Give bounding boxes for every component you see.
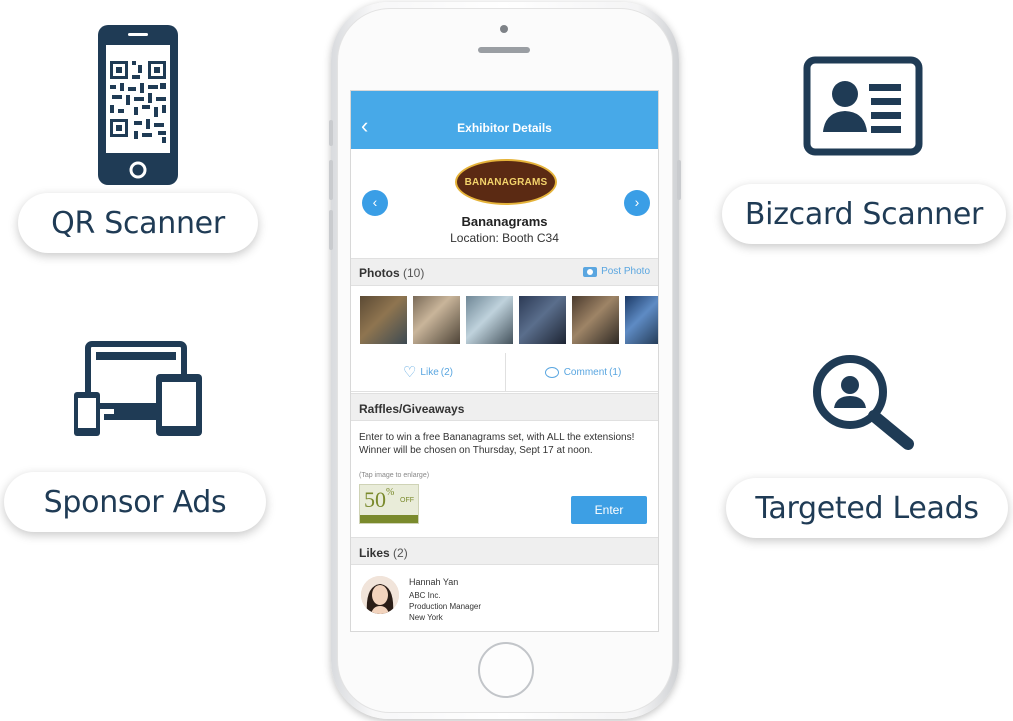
- comment-count: (1): [609, 366, 622, 378]
- devices-icon: [74, 340, 204, 440]
- like-count: (2): [440, 366, 454, 378]
- photo-thumbnail[interactable]: [360, 296, 407, 344]
- raffle-description: Enter to win a free Bananagrams set, wit…: [359, 432, 635, 456]
- photo-thumbnail[interactable]: [625, 296, 658, 344]
- coupon-off: OFF: [400, 497, 414, 504]
- camera-icon: [583, 266, 598, 277]
- photos-label: Photos: [359, 266, 400, 280]
- next-arrow-icon[interactable]: ›: [624, 190, 650, 216]
- coupon-image[interactable]: 50% OFF: [359, 484, 419, 524]
- home-button[interactable]: [478, 642, 534, 698]
- volume-button: [329, 120, 333, 146]
- coupon-percent: 50%: [364, 487, 394, 513]
- likes-count: (2): [393, 546, 408, 560]
- comment-bubble-icon: [544, 366, 559, 378]
- search-person-icon: [808, 352, 918, 452]
- enter-button[interactable]: Enter: [571, 496, 647, 524]
- coupon-percent-sign: %: [386, 487, 395, 498]
- volume-button: [329, 160, 333, 200]
- exhibitor-logo: BANANAGRAMS: [455, 159, 557, 205]
- photo-thumbnail[interactable]: [413, 296, 460, 344]
- photo-thumbnail[interactable]: [519, 296, 566, 344]
- likes-section-header: Likes (2): [351, 537, 658, 565]
- liker-company: ABC Inc.: [409, 591, 441, 600]
- qr-scanner-pill[interactable]: QR Scanner: [18, 193, 258, 253]
- photo-thumbnail[interactable]: [466, 296, 513, 344]
- photos-section-header: Photos (10) Post Photo: [351, 258, 658, 286]
- previous-arrow-icon[interactable]: ‹: [362, 190, 388, 216]
- qr-phone-icon: [98, 25, 178, 185]
- liker-name: Hannah Yan: [409, 577, 459, 587]
- post-photo-label: Post Photo: [601, 266, 650, 277]
- likes-label: Likes: [359, 546, 390, 560]
- app-screen: ‹ Exhibitor Details ‹ › BANANAGRAMS Bana…: [350, 90, 659, 632]
- logo-text: BANANAGRAMS: [464, 176, 548, 188]
- exhibitor-location: Location: Booth C34: [450, 231, 559, 245]
- avatar[interactable]: [361, 576, 399, 614]
- targeted-leads-label: Targeted Leads: [755, 490, 979, 526]
- liker-title: Production Manager: [409, 602, 482, 611]
- power-button: [677, 160, 681, 200]
- photos-heading: Photos (10): [359, 266, 424, 280]
- app-header: ‹ Exhibitor Details: [351, 91, 658, 149]
- exhibitor-name: Bananagrams: [461, 214, 548, 229]
- liker-city: New York: [409, 613, 443, 622]
- actions-bar: ♡ Like (2) Comment (1): [351, 353, 658, 392]
- id-card-icon: [803, 56, 923, 156]
- likes-heading: Likes (2): [359, 546, 408, 560]
- coupon-number: 50: [364, 487, 386, 512]
- sponsor-ads-pill[interactable]: Sponsor Ads: [4, 472, 266, 532]
- comment-label: Comment: [563, 366, 608, 378]
- comment-button[interactable]: Comment (1): [506, 353, 658, 391]
- raffle-note: (Tap image to enlarge): [359, 472, 430, 479]
- targeted-leads-pill[interactable]: Targeted Leads: [726, 478, 1008, 538]
- raffles-section-header: Raffles/Giveaways: [351, 393, 658, 421]
- speaker-grille: [478, 47, 530, 53]
- bizcard-scanner-label: Bizcard Scanner: [744, 196, 984, 232]
- photo-thumbnail[interactable]: [572, 296, 619, 344]
- volume-button: [329, 210, 333, 250]
- like-button[interactable]: ♡ Like (2): [351, 353, 506, 391]
- front-camera: [500, 25, 508, 33]
- photos-count: (10): [403, 266, 425, 280]
- raffles-title: Raffles/Giveaways: [359, 402, 465, 416]
- post-photo-button[interactable]: Post Photo: [583, 266, 650, 277]
- qr-scanner-label: QR Scanner: [51, 205, 225, 241]
- like-label: Like: [420, 366, 439, 378]
- page-title: Exhibitor Details: [457, 121, 552, 135]
- coupon-strip: [360, 515, 418, 523]
- sponsor-ads-label: Sponsor Ads: [43, 484, 227, 520]
- heart-icon: ♡: [402, 364, 417, 381]
- bizcard-scanner-pill[interactable]: Bizcard Scanner: [722, 184, 1006, 244]
